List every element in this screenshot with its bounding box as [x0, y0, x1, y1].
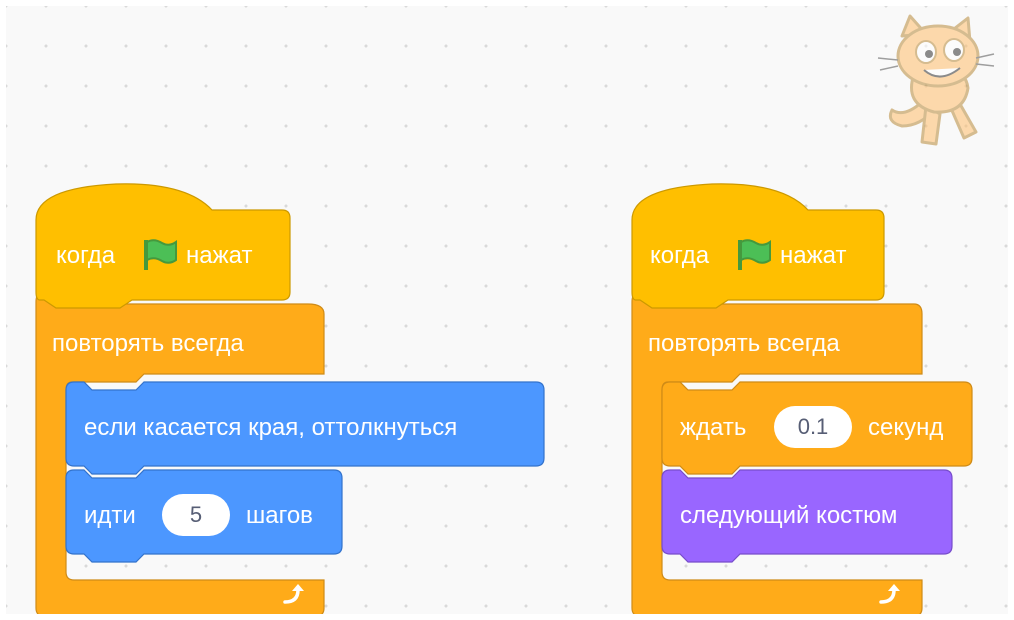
- wait-unit-label: секунд: [868, 414, 944, 441]
- cat-sprite-icon: [864, 14, 1004, 159]
- move-label: идти: [84, 502, 136, 529]
- next-costume-label: следующий костюм: [680, 502, 898, 529]
- steps-unit-label: шагов: [246, 502, 313, 529]
- hat-when-label: когда: [650, 242, 710, 269]
- script-1: когда нажат повторять всегда если касает…: [35, 180, 556, 614]
- wait-label: ждать: [680, 414, 747, 441]
- code-workspace[interactable]: когда нажат повторять всегда если касает…: [6, 6, 1008, 614]
- hat-clicked-label: нажат: [186, 242, 253, 269]
- steps-input[interactable]: 5: [162, 494, 230, 536]
- forever-label: повторять всегда: [52, 330, 244, 357]
- wait-seconds-input[interactable]: 0.1: [774, 406, 852, 448]
- script-2: когда нажат повторять всегда ждать 0.1 с…: [631, 180, 992, 614]
- hat-clicked-label: нажат: [780, 242, 847, 269]
- forever-label: повторять всегда: [648, 330, 840, 357]
- bounce-label: если касается края, оттолкнуться: [84, 414, 458, 441]
- hat-when-label: когда: [56, 242, 116, 269]
